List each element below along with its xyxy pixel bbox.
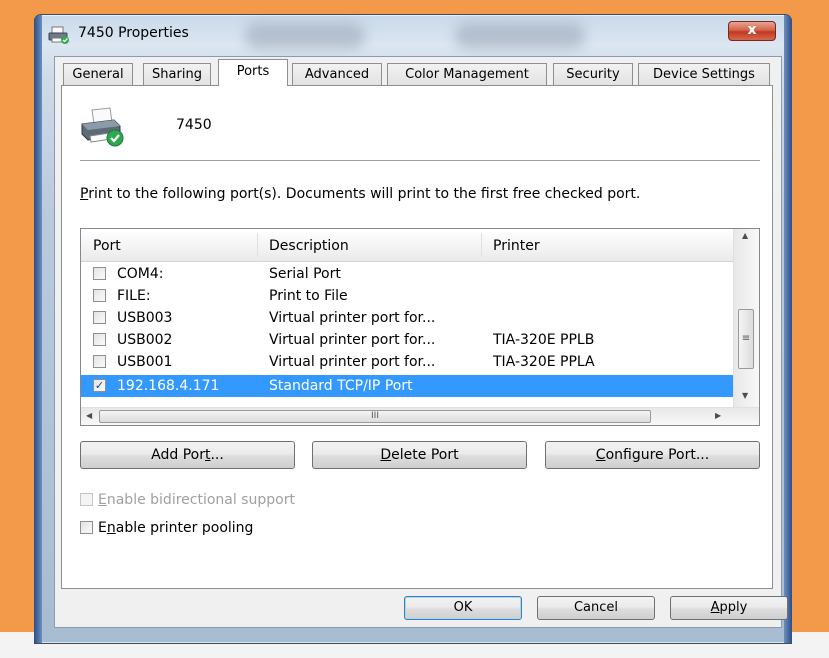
port-printer: TIA-320E PPLA: [493, 354, 595, 370]
vertical-scrollbar[interactable]: ▲ ≡ ▼: [733, 229, 759, 407]
port-name: USB003: [117, 310, 173, 326]
printer-title-icon: [48, 26, 69, 44]
port-checkbox[interactable]: [93, 289, 106, 302]
button-label: pply: [719, 600, 748, 615]
checkbox-label: nable bidirectional support: [106, 492, 295, 508]
cancel-button[interactable]: Cancel: [537, 596, 655, 620]
titlebar-glass-blur: [455, 23, 585, 49]
delete-port-button[interactable]: Delete Port: [312, 441, 527, 469]
list-item[interactable]: USB003 Virtual printer port for...: [81, 307, 733, 329]
button-label: onfigure Port...: [605, 447, 710, 463]
port-checkbox[interactable]: [93, 267, 106, 280]
scroll-left-icon[interactable]: ◀: [86, 411, 92, 420]
button-label: Add Por: [151, 447, 205, 463]
printer-pooling-checkbox[interactable]: Enable printer pooling: [80, 520, 253, 536]
add-port-button[interactable]: Add Port...: [80, 441, 295, 469]
horizontal-scroll-thumb[interactable]: III: [99, 410, 651, 423]
port-name: USB002: [117, 332, 173, 348]
separator-line: [80, 160, 760, 161]
list-item[interactable]: USB002 Virtual printer port for... TIA-3…: [81, 329, 733, 351]
tab-general[interactable]: General: [63, 63, 133, 85]
port-checkbox[interactable]: [93, 333, 106, 346]
port-description: Virtual printer port for...: [269, 332, 436, 348]
ports-list[interactable]: Port Description Printer COM4: Serial Po…: [80, 228, 760, 426]
list-header: Port Description Printer: [81, 229, 733, 262]
ok-button[interactable]: OK: [404, 596, 522, 620]
port-name: COM4:: [117, 266, 164, 282]
checkbox-label: able printer pooling: [115, 520, 254, 536]
tab-ports[interactable]: Ports: [218, 59, 288, 86]
port-description: Standard TCP/IP Port: [269, 378, 413, 394]
titlebar-glass-blur: [245, 23, 365, 49]
printer-name: 7450: [176, 117, 212, 133]
printer-icon: [81, 107, 124, 147]
port-description: Virtual printer port for...: [269, 354, 436, 370]
apply-button[interactable]: Apply: [670, 596, 788, 620]
checkbox-box[interactable]: [80, 493, 93, 506]
button-label: elete Port: [391, 447, 459, 463]
port-name: USB001: [117, 354, 173, 370]
port-checkbox[interactable]: [93, 355, 106, 368]
horizontal-scrollbar[interactable]: ◀ III ▶: [81, 407, 759, 425]
mnemonic-letter: P: [80, 186, 89, 202]
tab-color-management[interactable]: Color Management: [387, 63, 547, 85]
port-printer: TIA-320E PPLB: [493, 332, 595, 348]
close-button[interactable]: x: [728, 21, 776, 41]
mnemonic-letter: E: [98, 492, 107, 508]
ports-instructions: Print to the following port(s). Document…: [80, 185, 680, 203]
port-checkbox-checked[interactable]: ✓: [93, 379, 106, 392]
port-description: Virtual printer port for...: [269, 310, 436, 326]
port-checkbox[interactable]: [93, 311, 106, 324]
tab-security[interactable]: Security: [553, 63, 633, 85]
bidirectional-support-checkbox[interactable]: Enable bidirectional support: [80, 492, 295, 508]
list-item[interactable]: COM4: Serial Port: [81, 263, 733, 285]
port-description: Serial Port: [269, 266, 341, 282]
mnemonic-letter: D: [380, 447, 392, 463]
tab-advanced[interactable]: Advanced: [292, 63, 382, 85]
mnemonic-letter: C: [595, 447, 606, 463]
mnemonic-letter: A: [710, 600, 720, 615]
close-icon: x: [747, 22, 757, 38]
scroll-right-icon[interactable]: ▶: [715, 411, 721, 420]
column-header-printer[interactable]: Printer: [481, 229, 733, 261]
column-header-port[interactable]: Port: [81, 229, 257, 261]
port-description: Print to File: [269, 288, 348, 304]
window-title: 7450 Properties: [78, 25, 189, 41]
checkbox-label: E: [98, 520, 107, 536]
scroll-down-icon[interactable]: ▼: [742, 391, 748, 400]
checkbox-box[interactable]: [80, 521, 93, 534]
list-item[interactable]: USB001 Virtual printer port for... TIA-3…: [81, 351, 733, 373]
list-item[interactable]: FILE: Print to File: [81, 285, 733, 307]
port-name: FILE:: [117, 288, 151, 304]
mnemonic-letter: n: [106, 520, 116, 536]
scroll-up-icon[interactable]: ▲: [742, 231, 748, 240]
vertical-scroll-thumb[interactable]: ≡: [738, 309, 754, 369]
configure-port-button[interactable]: Configure Port...: [545, 441, 760, 469]
tab-sharing[interactable]: Sharing: [143, 63, 211, 85]
tab-device-settings[interactable]: Device Settings: [638, 63, 770, 85]
column-header-description[interactable]: Description: [257, 229, 481, 261]
instructions-text: rint to the following port(s). Documents…: [88, 186, 641, 202]
button-label: ...: [210, 447, 224, 463]
port-name: 192.168.4.171: [117, 378, 220, 394]
list-item-selected[interactable]: ✓ 192.168.4.171 Standard TCP/IP Port: [81, 375, 733, 397]
